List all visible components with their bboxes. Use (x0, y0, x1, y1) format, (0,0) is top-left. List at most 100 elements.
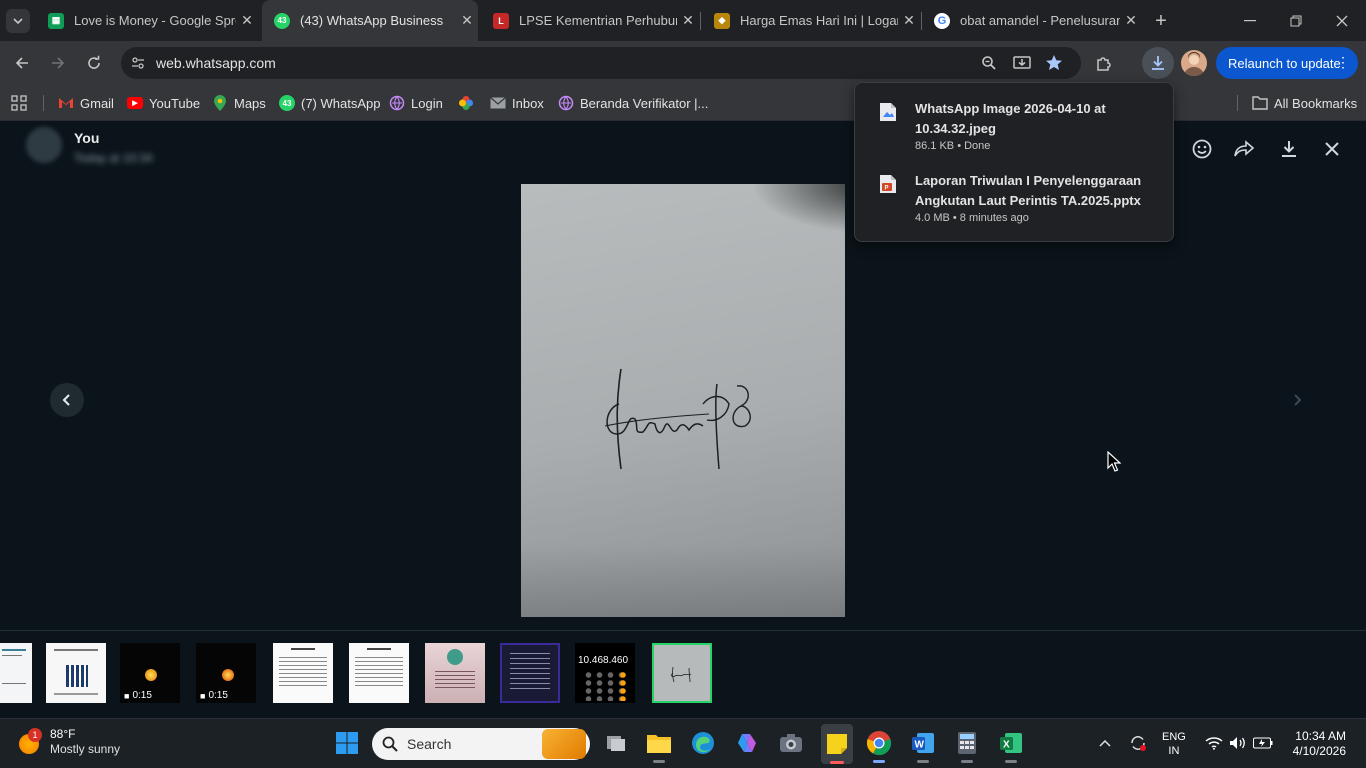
puzzle-glyph (1097, 57, 1111, 71)
close-tab-icon[interactable]: ✕ (1120, 12, 1142, 29)
thumbnail-document[interactable] (0, 643, 32, 703)
camera-icon[interactable] (777, 729, 805, 757)
browser-toolbar: web.whatsapp.com Relaunch to update ⋮ (0, 41, 1366, 85)
volume-icon[interactable] (1226, 729, 1250, 757)
bookmark-maps[interactable]: Maps (212, 93, 266, 113)
close-tab-icon[interactable]: ✕ (898, 12, 920, 29)
file-explorer-icon[interactable] (645, 729, 673, 763)
signature-drawing (604, 368, 751, 470)
taskbar-search[interactable]: Search (372, 728, 590, 760)
thumbnail-document[interactable] (349, 643, 409, 703)
youtube-icon: ▶ (127, 97, 143, 109)
wifi-icon[interactable] (1202, 729, 1226, 757)
download-filename: Laporan Triwulan I Penyelenggaraan Angku… (915, 173, 1142, 208)
bookmark-login[interactable]: Login (389, 93, 443, 113)
thumbnail-signature-selected[interactable] (652, 643, 712, 703)
grid-glyph (11, 95, 27, 111)
reload-icon[interactable] (80, 49, 108, 77)
sender-name[interactable]: You (74, 130, 99, 146)
bookmark-youtube[interactable]: ▶ YouTube (127, 93, 200, 113)
restore-icon[interactable] (1282, 8, 1310, 34)
chrome-icon[interactable] (865, 729, 893, 763)
sender-avatar[interactable] (26, 127, 62, 163)
back-arrow-glyph (15, 57, 28, 69)
previous-media-button[interactable] (50, 383, 84, 417)
thumbnail-certificate[interactable] (425, 643, 485, 703)
download-icon[interactable] (1277, 137, 1301, 161)
thumbnail-qr-document[interactable] (46, 643, 106, 703)
apps-grid-icon[interactable] (11, 95, 27, 116)
forward-arrow-glyph (52, 57, 65, 69)
bookmark-label: (7) WhatsApp (301, 95, 381, 111)
downloads-icon[interactable] (1142, 47, 1174, 79)
bookmark-whatsapp[interactable]: 43 (7) WhatsApp (279, 93, 380, 113)
thumbnail-calculator[interactable]: 10.468.460 (575, 643, 635, 703)
word-icon[interactable]: W (909, 729, 937, 763)
profile-avatar[interactable] (1181, 50, 1207, 76)
tab-google-search[interactable]: G obat amandel - Penelusuran ✕ (922, 0, 1142, 41)
new-tab-icon[interactable]: + (1148, 8, 1174, 34)
bookmark-divider (43, 95, 44, 111)
bookmark-gmail[interactable]: Gmail (58, 93, 114, 113)
close-viewer-icon[interactable] (1320, 137, 1344, 161)
profile-face-glyph (1184, 52, 1204, 76)
download-arrow-glyph (1152, 56, 1164, 70)
back-icon[interactable] (8, 49, 36, 77)
bookmark-label: Maps (234, 95, 266, 111)
bookmark-inbox[interactable]: Inbox (490, 93, 544, 113)
bookmark-star-icon[interactable] (1045, 54, 1063, 72)
calculator-icon[interactable] (953, 729, 981, 763)
windows-start-icon[interactable] (333, 729, 361, 757)
main-image-signature (521, 184, 845, 617)
minimize-icon[interactable] (1236, 8, 1264, 34)
site-info-icon[interactable] (131, 56, 145, 70)
close-tab-icon[interactable]: ✕ (456, 12, 478, 29)
relaunch-button[interactable]: Relaunch to update ⋮ (1216, 47, 1358, 79)
react-emoji-icon[interactable] (1190, 137, 1214, 161)
tab-whatsapp[interactable]: 43 (43) WhatsApp Business ✕ (262, 0, 478, 41)
excel-icon[interactable]: X (997, 729, 1025, 763)
forward-message-icon[interactable] (1232, 137, 1256, 161)
address-bar[interactable]: web.whatsapp.com (121, 47, 1081, 79)
tab-lpse[interactable]: L LPSE Kementrian Perhubung ✕ (481, 0, 699, 41)
copilot-icon[interactable] (733, 729, 761, 757)
weather-widget[interactable]: 1 88°F Mostly sunny (14, 727, 120, 757)
tab-google-sheets[interactable]: ▦ Love is Money - Google Spre ✕ (36, 0, 258, 41)
thumbnail-video[interactable]: ■ 0:15 (120, 643, 180, 703)
bookmark-divider (1237, 95, 1238, 111)
lpse-icon: L (493, 12, 509, 29)
extensions-icon[interactable] (1090, 49, 1118, 77)
all-bookmarks[interactable]: All Bookmarks (1252, 93, 1357, 113)
reload-glyph (88, 55, 100, 69)
thumbnail-strip: ■ 0:15 ■ 0:15 10.468.460 (0, 630, 1366, 718)
thumbnail-video[interactable]: ■ 0:15 (196, 643, 256, 703)
close-tab-icon[interactable]: ✕ (677, 12, 699, 29)
more-menu-icon[interactable]: ⋮ (1336, 55, 1350, 69)
close-tab-icon[interactable]: ✕ (236, 12, 258, 29)
sticky-notes-icon[interactable] (821, 724, 853, 764)
url-text[interactable]: web.whatsapp.com (156, 55, 276, 71)
task-view-icon[interactable] (602, 729, 630, 757)
show-hidden-icons[interactable] (1093, 729, 1117, 757)
next-media-button[interactable] (1280, 383, 1314, 417)
edge-icon[interactable] (689, 729, 717, 757)
download-meta: 4.0 MB • 8 minutes ago (915, 212, 1029, 224)
forward-icon[interactable] (44, 49, 72, 77)
bookmark-pinwheel[interactable] (458, 93, 480, 113)
sync-icon[interactable] (1126, 729, 1150, 757)
active-indicator (830, 761, 844, 764)
tab-harga-emas[interactable]: ◆ Harga Emas Hari Ini | Logam ✕ (702, 0, 920, 41)
install-app-icon[interactable] (1013, 55, 1031, 71)
thumbnail-document[interactable] (273, 643, 333, 703)
language-indicator[interactable]: ENG IN (1162, 730, 1186, 758)
chevron-right-icon (1294, 394, 1302, 406)
search-icon (382, 736, 398, 752)
battery-icon[interactable] (1251, 729, 1275, 757)
thumbnail-dark-screen[interactable] (500, 643, 560, 703)
clock[interactable]: 10:34 AM 4/10/2026 (1284, 729, 1346, 759)
bookmark-beranda-verifikator[interactable]: Beranda Verifikator |... (558, 93, 708, 113)
close-glyph (1336, 15, 1348, 27)
close-window-icon[interactable] (1328, 8, 1356, 34)
zoom-icon[interactable] (981, 55, 997, 71)
tab-search-button[interactable] (6, 9, 30, 33)
